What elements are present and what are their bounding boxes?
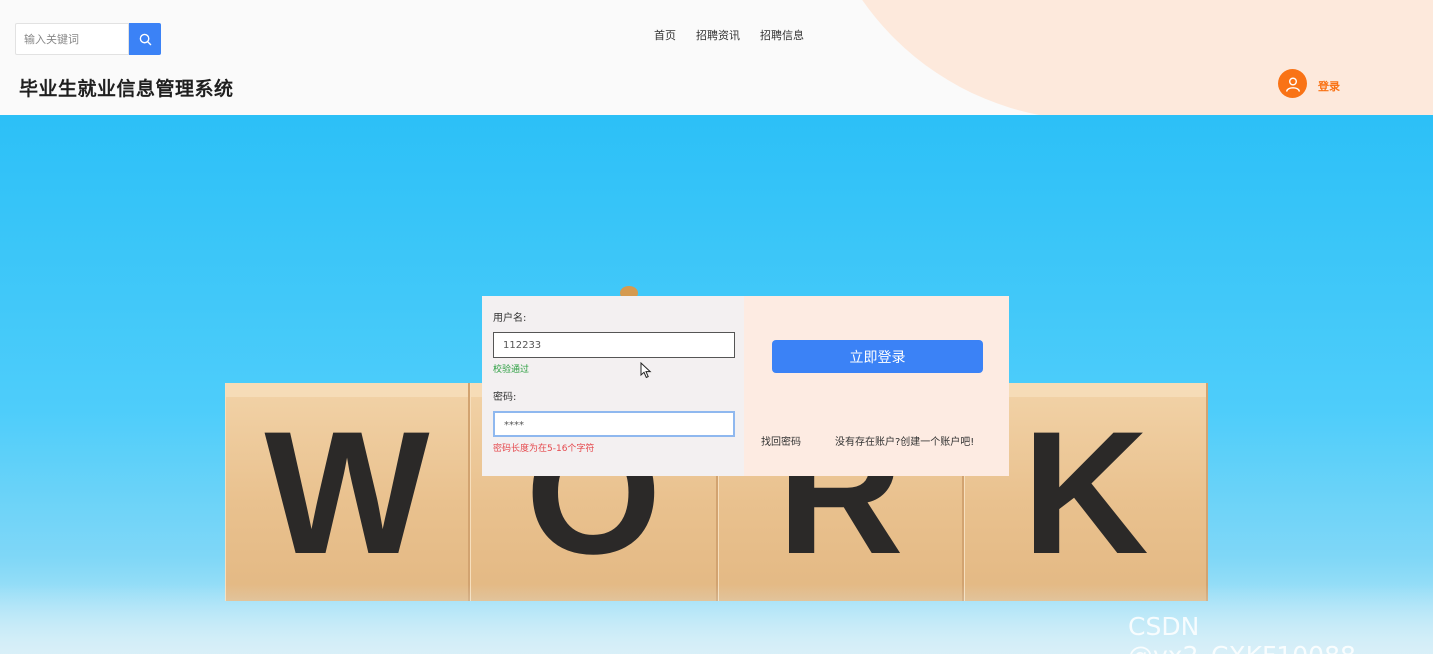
site-header: 首页 招聘资讯 招聘信息 毕业生就业信息管理系统 登录 (0, 0, 1433, 115)
password-input[interactable] (495, 414, 733, 437)
nav-item-news[interactable]: 招聘资讯 (696, 27, 740, 43)
username-label: 用户名: (493, 313, 527, 324)
login-panel: 用户名: 校验通过 密码: 密码长度为在5-16个字符 立即登录 找回密码 没有… (482, 296, 1009, 476)
nav-item-home[interactable]: 首页 (654, 27, 676, 43)
login-actions: 立即登录 找回密码 没有存在账户?创建一个账户吧! (744, 296, 1009, 476)
search-icon (139, 33, 151, 45)
forgot-password-link[interactable]: 找回密码 (761, 433, 801, 448)
username-input[interactable] (494, 333, 734, 358)
password-error-hint: 密码长度为在5-16个字符 (493, 444, 595, 454)
cube-letter-w: W (264, 396, 430, 591)
mouse-pointer-icon (640, 362, 652, 379)
nav-item-jobs[interactable]: 招聘信息 (760, 27, 804, 43)
user-avatar-icon (1285, 77, 1300, 92)
login-submit-button[interactable]: 立即登录 (772, 340, 983, 373)
header-decor-shape (812, 0, 1433, 115)
user-avatar[interactable] (1278, 69, 1307, 98)
username-valid-hint: 校验通过 (493, 365, 530, 375)
register-link[interactable]: 没有存在账户?创建一个账户吧! (835, 433, 974, 448)
search-input[interactable] (16, 24, 128, 54)
password-label: 密码: (493, 392, 517, 403)
watermark: CSDN @vx2_CXKF10088 (1128, 612, 1356, 654)
main-nav: 首页 招聘资讯 招聘信息 (654, 27, 804, 43)
login-form: 用户名: 校验通过 密码: 密码长度为在5-16个字符 (482, 296, 744, 476)
search-button[interactable] (129, 23, 161, 55)
search-box[interactable] (15, 23, 129, 55)
site-title: 毕业生就业信息管理系统 (19, 78, 234, 100)
password-field-wrap[interactable] (493, 411, 735, 437)
wood-cube-w: W (225, 383, 470, 601)
cube-letter-k: K (1022, 396, 1149, 591)
header-login-link[interactable]: 登录 (1318, 78, 1340, 94)
username-field-wrap[interactable] (493, 332, 735, 358)
